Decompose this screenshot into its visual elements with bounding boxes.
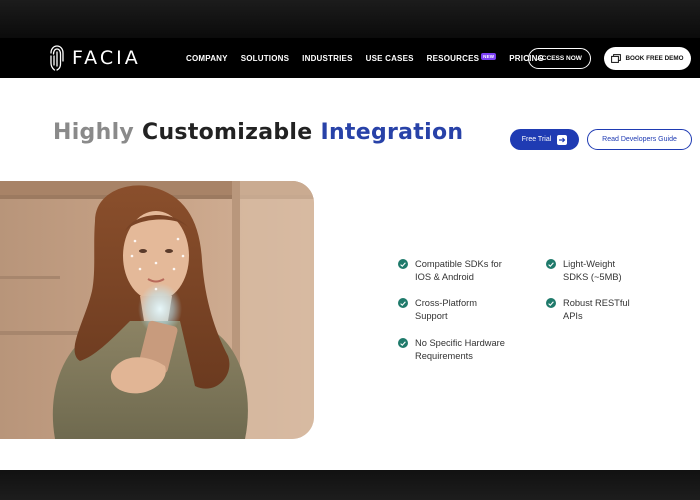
book-demo-button[interactable]: BOOK FREE DEMO [604,47,691,70]
headline-customizable: Customizable [142,120,313,145]
free-trial-label: Free Trial [521,136,552,143]
feature-label-line1: Compatible SDKs for [415,259,502,269]
feature-label-line2: SDKS (~5MB) [563,272,622,282]
book-demo-label: BOOK FREE DEMO [625,55,684,62]
calendar-icon [611,54,622,63]
feature-label-line2: APIs [563,311,583,321]
browser-bottom-edge [0,470,700,500]
feature-label-line2: IOS & Android [415,272,474,282]
nav-use-cases[interactable]: USE CASES [366,54,414,63]
top-navbar: FACIA COMPANY SOLUTIONS INDUSTRIES USE C… [0,38,700,78]
nav-resources[interactable]: RESOURCES NEW [426,52,497,63]
feature-item: Compatible SDKs for IOS & Android [398,258,502,284]
check-icon [546,259,556,269]
brand-logo[interactable]: FACIA [48,44,141,72]
arrow-right-icon [557,134,568,145]
headline-integration: Integration [320,120,464,145]
feature-item: Cross-Platform Support [398,297,477,323]
check-icon [398,338,408,348]
access-now-button[interactable]: ACCESS NOW [528,48,591,69]
feature-label-line2: Support [415,311,448,321]
nav-company[interactable]: COMPANY [186,54,228,63]
browser-top-edge [0,0,700,38]
feature-label-line1: No Specific Hardware [415,338,505,348]
nav-resources-label: RESOURCES [426,53,480,63]
headline-highly: Highly [53,120,135,145]
developers-guide-button[interactable]: Read Developers Guide [587,129,692,150]
brand-name: FACIA [72,47,141,69]
check-icon [398,298,408,308]
fingerprint-icon [50,45,64,71]
page-title: Highly Customizable Integration [53,120,463,145]
feature-label-line1: Cross-Platform [415,298,477,308]
hero-photo-woman-face-scan [0,181,314,439]
check-icon [546,298,556,308]
feature-label-line2: Requirements [415,351,473,361]
feature-item: No Specific Hardware Requirements [398,337,505,363]
nav-solutions[interactable]: SOLUTIONS [241,54,289,63]
feature-item: Light-Weight SDKS (~5MB) [546,258,622,284]
free-trial-button[interactable]: Free Trial [510,129,579,150]
feature-label-line1: Light-Weight [563,259,616,269]
feature-item: Robust RESTful APIs [546,297,630,323]
nav-links: COMPANY SOLUTIONS INDUSTRIES USE CASES R… [186,38,544,78]
new-badge: NEW [481,52,497,60]
nav-industries[interactable]: INDUSTRIES [302,54,352,63]
feature-label-line1: Robust RESTful [563,298,630,308]
check-icon [398,259,408,269]
